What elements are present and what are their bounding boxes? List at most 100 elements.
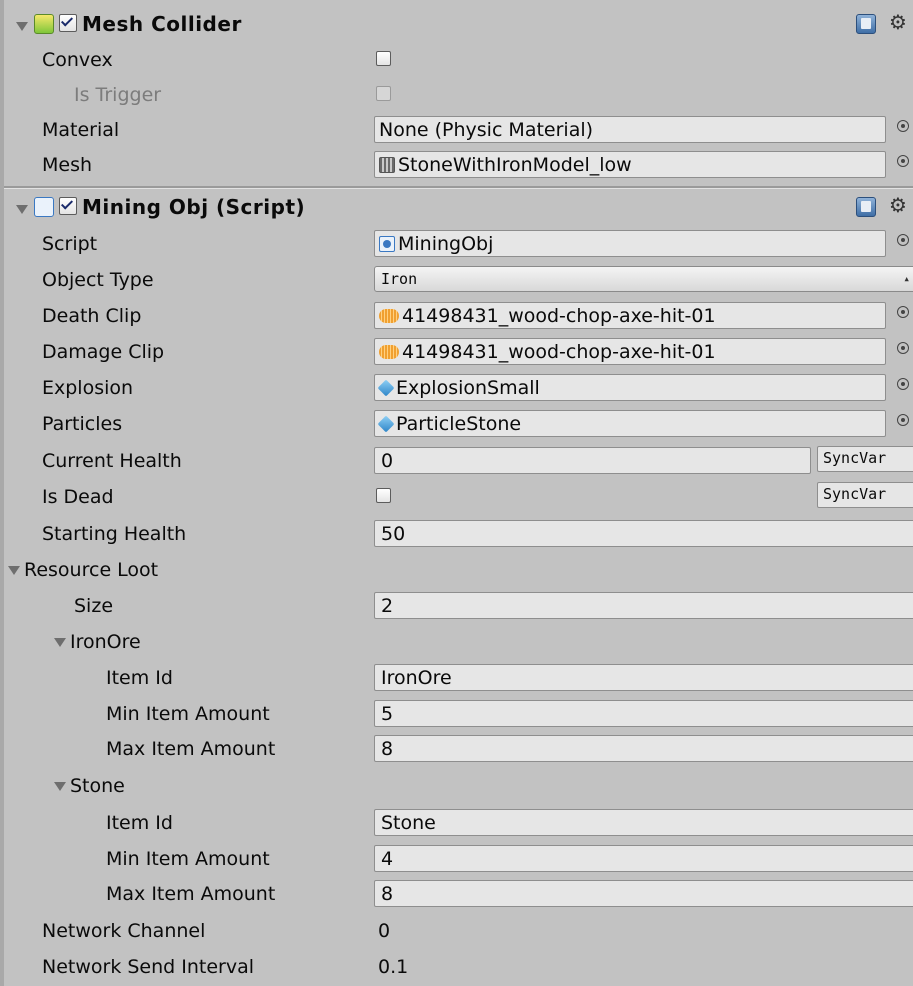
object-picker-icon[interactable] — [897, 234, 909, 246]
property-label: Size — [74, 595, 114, 617]
property-label: Is Trigger — [74, 84, 162, 106]
property-row-death-clip: Death Clip 41498431_wood-chop-axe-hit-01 — [4, 299, 913, 334]
is-trigger-checkbox — [376, 86, 391, 101]
property-row-max-item-amount: Max Item Amount 8 — [4, 877, 913, 912]
property-row-is-dead: Is Dead SyncVar — [4, 480, 913, 515]
resource-loot-foldout[interactable]: Resource Loot — [4, 553, 913, 588]
component-divider — [4, 186, 913, 189]
current-health-field[interactable]: 0 — [374, 447, 811, 474]
property-row-script: Script MiningObj — [4, 227, 913, 262]
property-row-current-health: Current Health 0 SyncVar — [4, 444, 913, 479]
syncvar-badge: SyncVar — [817, 482, 913, 508]
loot-element-foldout[interactable]: Stone — [4, 769, 913, 804]
property-label: Convex — [42, 49, 113, 71]
mesh-asset-icon — [379, 156, 395, 173]
property-label: Damage Clip — [42, 341, 165, 363]
mesh-collider-icon — [34, 14, 54, 34]
particles-object-field[interactable]: ParticleStone — [374, 410, 886, 437]
object-picker-icon[interactable] — [897, 155, 909, 167]
foldout-label: Stone — [70, 775, 125, 797]
is-dead-checkbox[interactable] — [376, 488, 391, 503]
audio-clip-icon — [379, 308, 399, 323]
mining-obj-header[interactable]: Mining Obj (Script) ⚙ — [4, 191, 913, 226]
field-value: 41498431_wood-chop-axe-hit-01 — [402, 340, 716, 363]
item-id-field[interactable]: Stone — [374, 809, 913, 836]
foldout-expanded-icon[interactable] — [16, 205, 28, 214]
mesh-object-field[interactable]: StoneWithIronModel_low — [374, 151, 886, 178]
property-row-mesh: Mesh StoneWithIronModel_low — [4, 148, 913, 183]
property-label: Is Dead — [42, 486, 114, 508]
property-label: Death Clip — [42, 305, 142, 327]
property-row-network-send-interval: Network Send Interval 0.1 — [4, 950, 913, 985]
property-row-is-trigger: Is Trigger — [4, 78, 913, 113]
explosion-object-field[interactable]: ExplosionSmall — [374, 374, 886, 401]
min-item-amount-field[interactable]: 4 — [374, 845, 913, 872]
property-label: Item Id — [106, 812, 173, 834]
audio-clip-icon — [379, 344, 399, 359]
property-label: Network Channel — [42, 920, 206, 942]
property-row-min-item-amount: Min Item Amount 5 — [4, 697, 913, 732]
object-picker-icon[interactable] — [897, 378, 909, 390]
field-value: 41498431_wood-chop-axe-hit-01 — [402, 304, 716, 327]
item-id-field[interactable]: IronOre — [374, 664, 913, 691]
dropdown-arrows-icon: ▴ — [903, 272, 910, 285]
object-picker-icon[interactable] — [897, 414, 909, 426]
property-label: Starting Health — [42, 523, 187, 545]
property-label: Material — [42, 119, 120, 141]
property-label: Mesh — [42, 154, 93, 176]
max-item-amount-field[interactable]: 8 — [374, 735, 913, 762]
gear-icon[interactable]: ⚙ — [889, 10, 907, 34]
min-item-amount-field[interactable]: 5 — [374, 700, 913, 727]
help-book-icon[interactable] — [856, 197, 876, 217]
foldout-expanded-icon[interactable] — [54, 782, 66, 791]
inspector-panel: Mesh Collider ⚙ Convex Is Trigger Materi… — [0, 0, 913, 986]
property-row-material: Material None (Physic Material) — [4, 113, 913, 148]
help-book-icon[interactable] — [856, 14, 876, 34]
property-label: Object Type — [42, 269, 154, 291]
mining-obj-enabled-checkbox[interactable] — [59, 197, 77, 215]
field-value: MiningObj — [398, 232, 494, 255]
array-size-field[interactable]: 2 — [374, 592, 913, 619]
component-title: Mesh Collider — [82, 12, 242, 36]
prefab-icon — [377, 415, 395, 432]
property-row-item-id: Item Id IronOre — [4, 661, 913, 696]
script-object-field[interactable]: MiningObj — [374, 230, 886, 257]
property-row-max-item-amount: Max Item Amount 8 — [4, 732, 913, 767]
field-value: None (Physic Material) — [379, 118, 594, 141]
mesh-collider-header[interactable]: Mesh Collider ⚙ — [4, 8, 913, 43]
foldout-expanded-icon[interactable] — [16, 22, 28, 31]
property-label: Item Id — [106, 667, 173, 689]
damage-clip-object-field[interactable]: 41498431_wood-chop-axe-hit-01 — [374, 338, 886, 365]
max-item-amount-field[interactable]: 8 — [374, 880, 913, 907]
property-row-damage-clip: Damage Clip 41498431_wood-chop-axe-hit-0… — [4, 335, 913, 370]
field-value: ParticleStone — [396, 412, 522, 435]
convex-checkbox[interactable] — [376, 51, 391, 66]
dropdown-value: Iron — [381, 270, 418, 288]
foldout-expanded-icon[interactable] — [8, 566, 20, 575]
mesh-collider-enabled-checkbox[interactable] — [59, 14, 77, 32]
foldout-expanded-icon[interactable] — [54, 638, 66, 647]
object-type-dropdown[interactable]: Iron ▴ — [374, 266, 913, 292]
field-value: ExplosionSmall — [396, 376, 540, 399]
starting-health-field[interactable]: 50 — [374, 520, 913, 547]
object-picker-icon[interactable] — [897, 342, 909, 354]
property-row-explosion: Explosion ExplosionSmall — [4, 371, 913, 406]
csharp-script-icon — [34, 197, 54, 217]
property-label: Current Health — [42, 450, 182, 472]
component-title: Mining Obj (Script) — [82, 195, 306, 219]
death-clip-object-field[interactable]: 41498431_wood-chop-axe-hit-01 — [374, 302, 886, 329]
prefab-icon — [377, 379, 395, 396]
property-label: Max Item Amount — [106, 883, 276, 905]
material-object-field[interactable]: None (Physic Material) — [374, 116, 886, 143]
gear-icon[interactable]: ⚙ — [889, 193, 907, 217]
object-picker-icon[interactable] — [897, 306, 909, 318]
property-label: Min Item Amount — [106, 848, 270, 870]
foldout-label: Resource Loot — [24, 559, 159, 581]
property-label: Max Item Amount — [106, 738, 276, 760]
property-row-network-channel: Network Channel 0 — [4, 914, 913, 949]
property-row-convex: Convex — [4, 43, 913, 78]
syncvar-badge: SyncVar — [817, 446, 913, 472]
foldout-label: IronOre — [70, 631, 141, 653]
object-picker-icon[interactable] — [897, 120, 909, 132]
loot-element-foldout[interactable]: IronOre — [4, 625, 913, 660]
